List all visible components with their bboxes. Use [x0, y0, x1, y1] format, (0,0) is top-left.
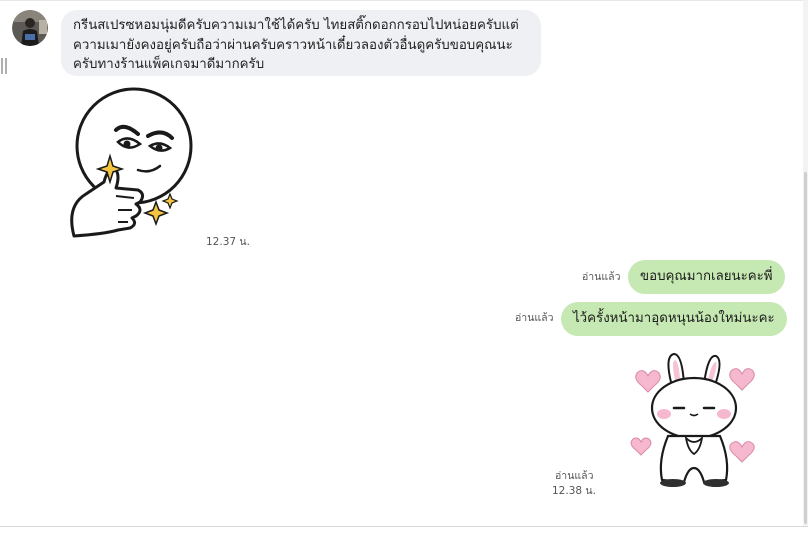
user-avatar[interactable] — [12, 10, 48, 46]
outgoing-message-bubble[interactable]: ขอบคุณมากเลยนะคะพี่ — [628, 260, 785, 294]
read-receipt: อ่านแล้ว — [582, 271, 621, 283]
incoming-message-bubble[interactable]: กรีนสเปรซหอมนุ่มดีครับความเมาใช้ได้ครับ … — [61, 10, 541, 76]
outgoing-message-bubble[interactable]: ไว้ครั้งหน้ามาอุดหนุนน้องใหม่นะคะ — [561, 302, 787, 336]
message-timestamp: 12.38 น. — [552, 485, 596, 497]
top-divider — [0, 0, 808, 1]
scrollbar-thumb[interactable] — [804, 172, 807, 524]
bottom-divider — [0, 526, 808, 527]
message-timestamp: 12.37 น. — [206, 236, 250, 248]
read-receipt: อ่านแล้ว — [515, 312, 554, 324]
moon-face-thinking-sticker[interactable] — [64, 86, 196, 242]
bunny-hearts-sticker[interactable] — [628, 350, 762, 490]
resize-handle-icon[interactable] — [1, 58, 8, 74]
